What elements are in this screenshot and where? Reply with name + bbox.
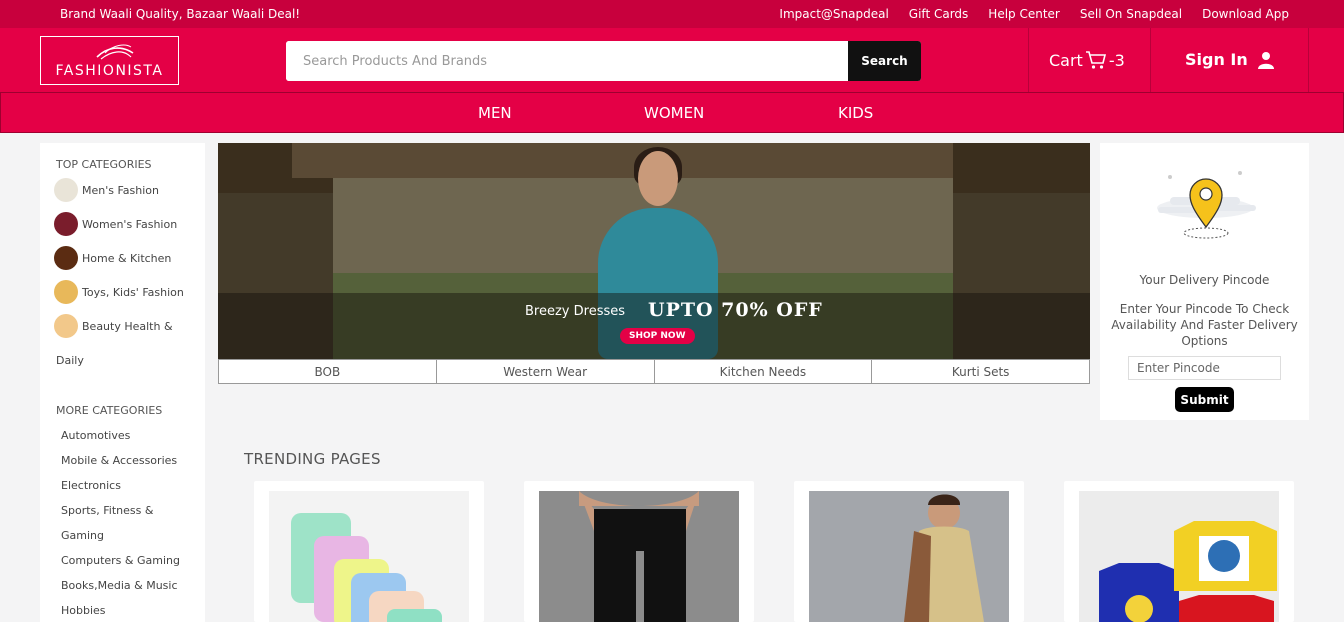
home-kitchen-thumb [54,246,78,270]
pincode-description: Enter Your Pincode To Check Availability… [1111,302,1298,348]
banner-tabs: BOB Western Wear Kitchen Needs Kurti Set… [218,359,1090,384]
sidebar-item-gaming[interactable]: Gaming [61,529,104,542]
mens-joggers-image [539,491,739,622]
location-pin-icon [1157,171,1256,239]
kurta-set-image [809,491,1009,622]
product-image [539,491,739,622]
header: FASHIONISTA Search Cart -3 Sign In [0,28,1344,92]
user-icon [1257,51,1274,69]
banner-model-face [638,151,678,206]
sidebar-item-sports-fitness[interactable]: Sports, Fitness & [61,504,153,517]
sidebar-item-label: Women's Fashion [82,217,178,231]
hero-banner[interactable]: Breezy Dresses UPTO 70% OFF SHOP NOW [218,143,1090,359]
signin-label: Sign In [1185,50,1248,69]
sidebar-item-home-kitchen[interactable]: Home & Kitchen [54,246,171,270]
top-link-help-center[interactable]: Help Center [988,7,1060,21]
toys-kids-thumb [54,280,78,304]
sidebar-item-beauty-health[interactable]: Beauty Health & [54,314,173,338]
cart-button[interactable]: Cart -3 [1049,50,1125,70]
pincode-card: Your Delivery Pincode Enter Your Pincode… [1100,143,1309,420]
cart-icon [1085,51,1106,69]
nav-item-women[interactable]: WOMEN [644,104,704,122]
signin-button[interactable]: Sign In [1185,50,1274,69]
logo[interactable]: FASHIONISTA [40,36,179,85]
womens-fashion-thumb [54,212,78,236]
category-sidebar: TOP CATEGORIES Men's Fashion Women's Fas… [40,143,205,622]
top-link-download-app[interactable]: Download App [1202,7,1289,21]
product-image [809,491,1009,622]
sidebar-item-hobbies[interactable]: Hobbies [61,604,106,617]
trending-card[interactable] [254,481,484,622]
banner-tab-kurti-sets[interactable]: Kurti Sets [872,360,1089,383]
trending-pages-heading: TRENDING PAGES [244,450,381,468]
kids-pants-image [291,513,442,622]
banner-offer: UPTO 70% OFF [648,299,823,321]
top-links: Impact@Snapdeal Gift Cards Help Center S… [779,7,1289,21]
logo-swoosh-icon [96,44,134,60]
sidebar-item-label: Beauty Health & [82,319,173,333]
header-divider [1150,28,1151,92]
top-bar: Brand Waali Quality, Bazaar Waali Deal! … [0,0,1344,28]
sidebar-item-electronics[interactable]: Electronics [61,479,121,492]
sidebar-item-automotives[interactable]: Automotives [61,429,130,442]
pincode-title: Your Delivery Pincode [1139,273,1270,287]
shop-now-button[interactable]: SHOP NOW [620,328,695,344]
sidebar-item-computers-gaming[interactable]: Computers & Gaming [61,554,180,567]
trending-card[interactable] [524,481,754,622]
banner-roof [292,143,953,178]
sidebar-item-label: Home & Kitchen [82,251,172,265]
cart-count: -3 [1108,50,1125,70]
sidebar-item-mobile-accessories[interactable]: Mobile & Accessories [61,454,177,467]
pincode-input[interactable] [1128,356,1281,380]
top-link-sell[interactable]: Sell On Snapdeal [1080,7,1182,21]
banner-tab-kitchen-needs[interactable]: Kitchen Needs [655,360,873,383]
product-image [269,491,469,622]
banner-caption: Breezy Dresses [525,304,626,319]
nav-item-kids[interactable]: KIDS [838,104,873,122]
sidebar-item-mens-fashion[interactable]: Men's Fashion [54,178,159,202]
logo-text: FASHIONISTA [55,63,164,79]
sidebar-item-daily[interactable]: Daily [56,354,84,367]
trending-card[interactable] [1064,481,1294,622]
top-link-gift-cards[interactable]: Gift Cards [909,7,969,21]
sidebar-item-books-media-music[interactable]: Books,Media & Music [61,579,178,592]
mens-fashion-thumb [54,178,78,202]
pincode-submit-button[interactable]: Submit [1175,387,1234,412]
more-categories-heading: MORE CATEGORIES [56,404,163,417]
cart-label: Cart [1049,50,1083,70]
sidebar-item-label: Men's Fashion [82,183,159,197]
sidebar-item-toys-kids[interactable]: Toys, Kids' Fashion [54,280,184,304]
trending-card[interactable] [794,481,1024,622]
search-input[interactable] [286,41,848,81]
header-divider [1308,28,1309,92]
product-image [1079,491,1279,622]
search-bar: Search [286,41,921,81]
nav-item-men[interactable]: MEN [478,104,512,122]
search-button[interactable]: Search [848,41,921,81]
banner-tab-bob[interactable]: BOB [219,360,437,383]
sidebar-item-label: Toys, Kids' Fashion [82,285,184,299]
main-nav: MEN WOMEN KIDS [0,92,1344,133]
promo-text: Brand Waali Quality, Bazaar Waali Deal! [60,7,301,21]
top-categories-heading: TOP CATEGORIES [56,158,152,171]
top-link-impact[interactable]: Impact@Snapdeal [779,7,888,21]
beauty-health-thumb [54,314,78,338]
banner-tab-western-wear[interactable]: Western Wear [437,360,655,383]
kids-tshirts-image [1099,521,1277,622]
header-divider [1028,28,1029,92]
sidebar-item-womens-fashion[interactable]: Women's Fashion [54,212,177,236]
